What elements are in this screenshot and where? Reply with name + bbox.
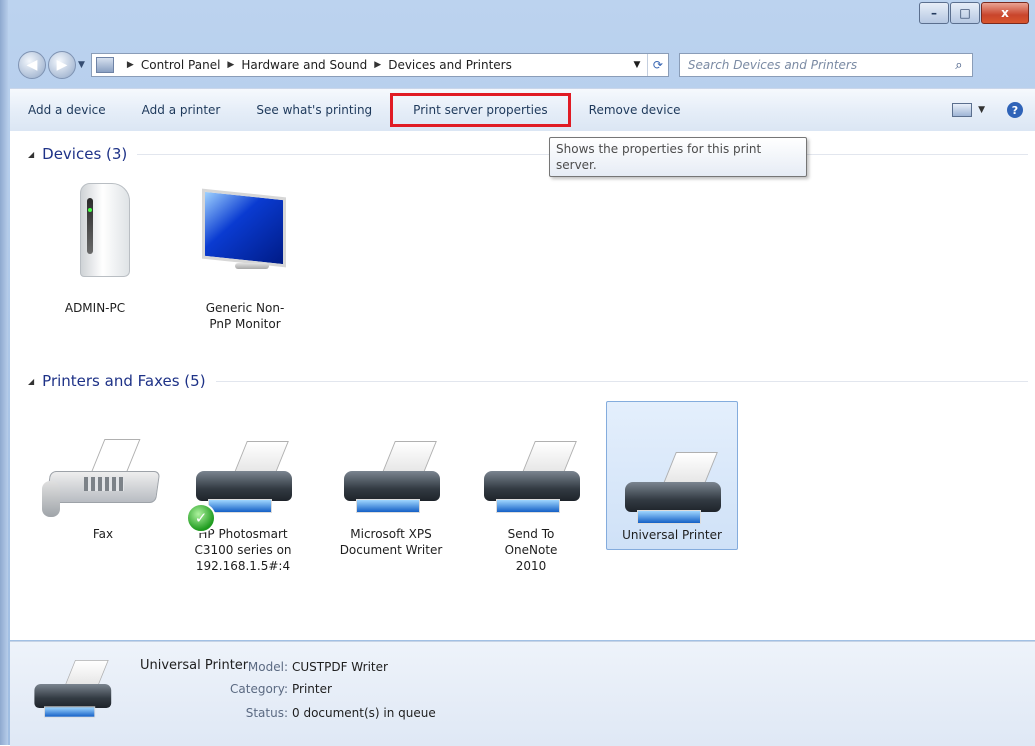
details-status-key: Status: bbox=[245, 706, 288, 720]
breadcrumb-control-panel[interactable]: Control Panel bbox=[141, 58, 221, 72]
printer-tray-shape bbox=[208, 499, 272, 513]
details-status-row: Status: 0 document(s) in queue bbox=[218, 706, 436, 720]
print-server-properties-button[interactable]: Print server properties bbox=[390, 93, 571, 127]
printer-icon: ✓ bbox=[178, 411, 308, 533]
add-printer-button[interactable]: Add a printer bbox=[124, 95, 239, 125]
control-panel-icon bbox=[95, 57, 114, 73]
address-row: ◀ ▶ ▼ ▶ Control Panel ▶ Hardware and Sou… bbox=[8, 48, 1035, 82]
fax-icon bbox=[38, 411, 168, 526]
group-divider bbox=[215, 380, 1028, 382]
printer-universal-printer[interactable]: Universal Printer bbox=[606, 401, 738, 550]
details-status-value: 0 document(s) in queue bbox=[292, 706, 436, 720]
printer-label: Fax bbox=[92, 527, 114, 541]
address-controls: ▼ ⟳ bbox=[627, 54, 668, 76]
details-category-key: Category: bbox=[230, 682, 288, 696]
device-admin-pc[interactable]: ADMIN-PC bbox=[30, 175, 160, 316]
search-input[interactable]: Search Devices and Printers bbox=[688, 58, 946, 72]
collapse-triangle-icon[interactable]: ◢ bbox=[28, 377, 34, 386]
close-button[interactable]: x bbox=[981, 2, 1029, 24]
breadcrumb-devices-and-printers[interactable]: Devices and Printers bbox=[388, 58, 512, 72]
printers-group-title: Printers and Faxes (5) bbox=[42, 372, 206, 390]
details-category-value: Printer bbox=[292, 682, 332, 696]
recent-pages-chevron-icon[interactable]: ▼ bbox=[78, 60, 85, 70]
printer-icon bbox=[607, 412, 737, 537]
breadcrumb-hardware-and-sound[interactable]: Hardware and Sound bbox=[241, 58, 367, 72]
printer-fax[interactable]: Fax bbox=[38, 411, 168, 542]
printer-body-shape bbox=[484, 471, 580, 501]
monitor-stand-shape bbox=[235, 263, 269, 269]
printer-label: Microsoft XPS Document Writer bbox=[339, 527, 443, 557]
printer-send-to-onenote[interactable]: Send To OneNote 2010 bbox=[466, 411, 596, 574]
address-dropdown-icon[interactable]: ▼ bbox=[627, 54, 647, 76]
maximize-button[interactable]: □ bbox=[950, 2, 980, 24]
printer-label: Send To OneNote 2010 bbox=[504, 527, 558, 573]
default-printer-check-icon: ✓ bbox=[186, 503, 216, 533]
fax-keypad-shape bbox=[84, 477, 124, 491]
fax-handset-shape bbox=[42, 481, 60, 517]
address-bar[interactable]: ▶ Control Panel ▶ Hardware and Sound ▶ D… bbox=[90, 53, 669, 77]
printer-tray-shape bbox=[44, 706, 96, 718]
forward-button[interactable]: ▶ bbox=[48, 51, 76, 79]
selected-printer-icon bbox=[20, 636, 124, 724]
toolbar-right: ▼ ? bbox=[952, 102, 1035, 118]
refresh-icon[interactable]: ⟳ bbox=[646, 54, 668, 76]
printer-body-shape bbox=[196, 471, 292, 501]
chevron-right-icon[interactable]: ▶ bbox=[374, 60, 381, 70]
printer-icon bbox=[326, 411, 456, 526]
add-device-button[interactable]: Add a device bbox=[10, 95, 124, 125]
view-options-chevron-down-icon[interactable]: ▼ bbox=[978, 105, 985, 115]
collapse-triangle-icon[interactable]: ◢ bbox=[28, 150, 34, 159]
print-server-tooltip: Shows the properties for this print serv… bbox=[549, 137, 807, 177]
chevron-right-icon[interactable]: ▶ bbox=[127, 60, 134, 70]
device-label: ADMIN-PC bbox=[64, 301, 126, 315]
printer-tray-shape bbox=[496, 499, 560, 513]
printers-group-header[interactable]: ◢ Printers and Faxes (5) bbox=[28, 372, 1028, 390]
command-bar: Add a device Add a printer See what's pr… bbox=[10, 88, 1035, 132]
printer-body-shape bbox=[34, 684, 112, 708]
details-model-row: Model: CUSTPDF Writer bbox=[218, 660, 388, 674]
nav-buttons: ◀ ▶ ▼ bbox=[18, 51, 85, 79]
computer-icon bbox=[30, 175, 160, 277]
window-edge bbox=[0, 0, 8, 745]
chevron-right-icon[interactable]: ▶ bbox=[227, 60, 234, 70]
printer-body-shape bbox=[344, 471, 440, 501]
device-label: Generic Non-PnP Monitor bbox=[205, 301, 285, 331]
see-whats-printing-button[interactable]: See what's printing bbox=[238, 95, 390, 125]
details-model-key: Model: bbox=[247, 660, 288, 674]
devices-group-header[interactable]: ◢ Devices (3) bbox=[28, 145, 1028, 163]
search-icon[interactable]: ⌕ bbox=[946, 54, 972, 76]
details-category-row: Category: Printer bbox=[218, 682, 332, 696]
printer-microsoft-xps[interactable]: Microsoft XPS Document Writer bbox=[326, 411, 456, 558]
printer-tray-shape bbox=[356, 499, 420, 513]
minimize-button[interactable]: – bbox=[919, 2, 949, 24]
printer-label: HP Photosmart C3100 series on 192.168.1.… bbox=[194, 527, 292, 573]
monitor-icon bbox=[180, 175, 310, 270]
devices-group-title: Devices (3) bbox=[42, 145, 128, 163]
printer-body-shape bbox=[625, 482, 721, 512]
back-button[interactable]: ◀ bbox=[18, 51, 46, 79]
printer-tray-shape bbox=[637, 510, 701, 524]
change-view-icon[interactable] bbox=[952, 103, 973, 117]
power-light bbox=[87, 198, 93, 254]
monitor-screen-shape bbox=[202, 188, 286, 268]
details-model-value: CUSTPDF Writer bbox=[292, 660, 388, 674]
devices-content-pane[interactable]: ◢ Devices (3) ADMIN-PC Generic Non-PnP M… bbox=[10, 131, 1035, 640]
details-pane: Universal Printer Model: CUSTPDF Writer C… bbox=[10, 641, 1035, 746]
device-generic-monitor[interactable]: Generic Non-PnP Monitor bbox=[180, 175, 310, 332]
printer-hp-photosmart[interactable]: ✓ HP Photosmart C3100 series on 192.168.… bbox=[178, 411, 308, 574]
search-box[interactable]: Search Devices and Printers ⌕ bbox=[678, 53, 973, 77]
computer-tower-shape bbox=[80, 183, 130, 277]
help-icon[interactable]: ? bbox=[1007, 102, 1023, 118]
printer-icon bbox=[466, 411, 596, 526]
remove-device-button[interactable]: Remove device bbox=[571, 95, 699, 125]
caption-buttons: – □ x bbox=[918, 2, 1029, 24]
